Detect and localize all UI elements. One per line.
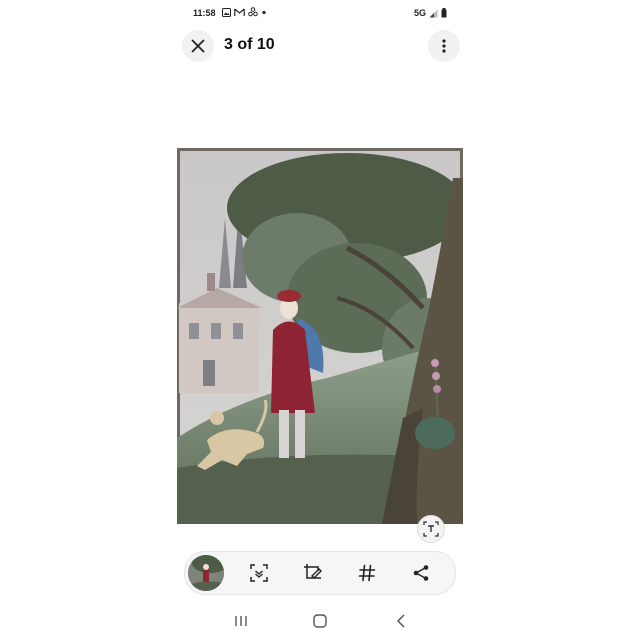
home-button[interactable]	[308, 611, 332, 631]
status-left-icons	[222, 7, 267, 17]
home-icon	[313, 614, 327, 628]
image-icon	[222, 7, 231, 17]
share-button[interactable]	[410, 562, 432, 584]
viewer-header: 3 of 10	[177, 30, 463, 64]
more-vertical-icon	[442, 39, 446, 53]
recent-apps-button[interactable]	[229, 611, 253, 631]
back-icon	[396, 614, 405, 628]
back-button[interactable]	[389, 611, 413, 631]
status-time: 11:58	[193, 8, 216, 18]
network-icon	[248, 7, 258, 17]
recent-apps-icon	[235, 616, 247, 626]
mail-icon	[234, 8, 245, 16]
image-counter: 3 of 10	[224, 36, 275, 53]
edit-icon	[304, 564, 322, 579]
signal-icon	[429, 9, 438, 17]
bottom-toolbar	[184, 551, 456, 595]
close-icon	[191, 39, 205, 53]
close-button[interactable]	[182, 30, 214, 62]
scan-icon	[250, 564, 268, 582]
share-icon	[413, 565, 429, 581]
system-nav-bar	[177, 608, 463, 634]
phone-screen: 11:58 5G 3 of 10	[177, 0, 463, 640]
battery-icon	[441, 8, 447, 18]
tag-button[interactable]	[356, 562, 378, 584]
image-thumbnail[interactable]	[188, 555, 224, 591]
more-options-button[interactable]	[428, 30, 460, 62]
text-extract-icon	[423, 521, 439, 537]
hashtag-icon	[358, 564, 376, 582]
edit-button[interactable]	[302, 562, 324, 584]
dot-icon	[262, 10, 266, 14]
painting-image[interactable]	[177, 148, 463, 524]
status-right: 5G	[414, 8, 447, 18]
status-bar: 11:58 5G	[177, 0, 463, 26]
scan-button[interactable]	[248, 562, 270, 584]
text-extract-button[interactable]	[417, 515, 445, 543]
network-type: 5G	[413, 8, 426, 18]
